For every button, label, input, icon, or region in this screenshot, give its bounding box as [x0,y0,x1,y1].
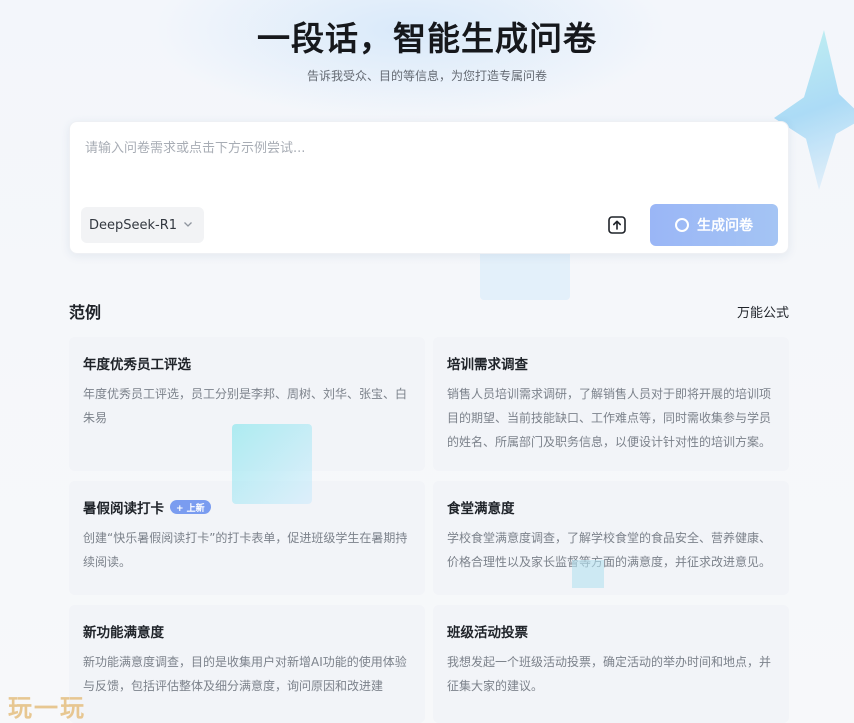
example-card-desc: 我想发起一个班级活动投票，确定活动的举办时间和地点，并征集大家的建议。 [447,655,772,693]
model-select-value: DeepSeek-R1 [89,217,178,233]
example-card-title-text: 培训需求调查 [447,357,528,373]
example-card-title-text: 食堂满意度 [447,501,515,517]
example-card-title: 暑假阅读打卡 + 上新 [83,497,411,517]
example-card-title: 年度优秀员工评选 [83,353,411,373]
example-card-title-text: 年度优秀员工评选 [83,357,191,373]
example-card-title: 新功能满意度 [83,621,411,641]
example-card-title-text: 暑假阅读打卡 [83,501,164,517]
example-card[interactable]: 暑假阅读打卡 + 上新 创建“快乐暑假阅读打卡”的打卡表单，促进班级学生在暑期持… [69,481,425,595]
examples-title: 范例 [69,303,102,322]
example-card-title: 培训需求调查 [447,353,775,373]
prompt-input-card: 请输入问卷需求或点击下方示例尝试... DeepSeek-R1 生成问卷 [69,121,789,254]
example-card-desc: 年度优秀员工评选，员工分别是李邦、周树、刘华、张宝、白朱易 [83,387,408,425]
example-card-desc: 销售人员培训需求调研，了解销售人员对于即将开展的培训项目的期望、当前技能缺口、工… [447,387,772,449]
model-select[interactable]: DeepSeek-R1 [81,207,204,243]
watermark-logo: 玩一玩 [8,694,86,722]
generate-survey-button[interactable]: 生成问卷 [650,204,778,246]
example-card-title: 食堂满意度 [447,497,775,517]
upload-icon[interactable] [606,214,628,236]
formula-link[interactable]: 万能公式 [737,302,789,321]
loading-ring-icon [675,218,689,232]
page-subtitle: 告诉我受众、目的等信息，为您打造专属问卷 [306,69,547,83]
example-card[interactable]: 培训需求调查 销售人员培训需求调研，了解销售人员对于即将开展的培训项目的期望、当… [433,337,789,471]
example-card-title: 班级活动投票 [447,621,775,641]
generate-survey-label: 生成问卷 [697,218,753,234]
page-title: 一段话，智能生成问卷 [257,19,597,58]
new-badge: + 上新 [170,500,211,514]
example-card[interactable]: 食堂满意度 学校食堂满意度调查，了解学校食堂的食品安全、营养健康、价格合理性以及… [433,481,789,595]
example-card[interactable]: 班级活动投票 我想发起一个班级活动投票，确定活动的举办时间和地点，并征集大家的建… [433,605,789,723]
example-card-desc: 创建“快乐暑假阅读打卡”的打卡表单，促进班级学生在暑期持续阅读。 [83,531,408,569]
prompt-input[interactable]: 请输入问卷需求或点击下方示例尝试... [85,137,305,156]
example-card-title-text: 班级活动投票 [447,625,528,641]
example-card-desc: 新功能满意度调查，目的是收集用户对新增AI功能的使用体验与反馈，包括评估整体及细… [83,655,407,693]
example-card[interactable]: 新功能满意度 新功能满意度调查，目的是收集用户对新增AI功能的使用体验与反馈，包… [69,605,425,723]
example-card-desc: 学校食堂满意度调查，了解学校食堂的食品安全、营养健康、价格合理性以及家长监督等方… [447,531,772,569]
example-card-title-text: 新功能满意度 [83,625,164,641]
example-card[interactable]: 年度优秀员工评选 年度优秀员工评选，员工分别是李邦、周树、刘华、张宝、白朱易 [69,337,425,471]
chevron-down-icon [184,222,192,227]
